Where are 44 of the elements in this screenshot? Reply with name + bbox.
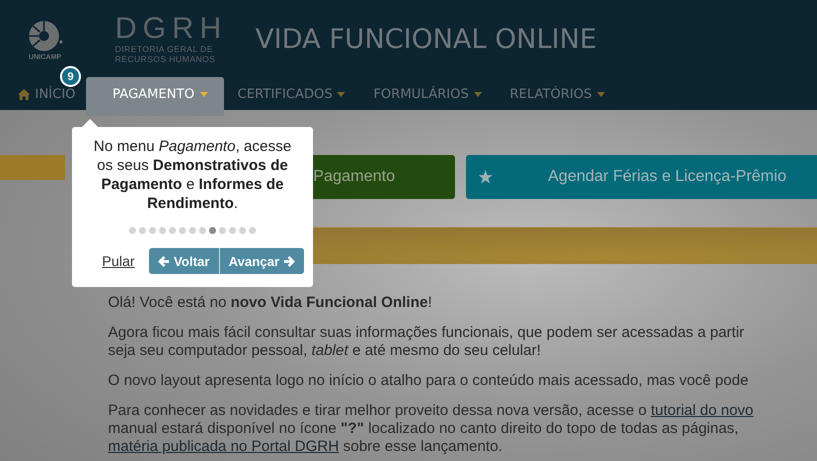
home-icon xyxy=(18,88,30,100)
skip-link[interactable]: Pular xyxy=(102,253,135,269)
paragraph-line: O novo layout apresenta logo no início o atalho para o conteúdo mais acessado, mas você pode xyxy=(108,372,750,390)
step-dot[interactable] xyxy=(249,227,256,234)
paragraph-line: Para conhecer as novidades e tirar melhor proveito dessa nova versão, acesse o tutorial do novo xyxy=(108,402,754,420)
nav-item[interactable]: FORMULÁRIOS xyxy=(373,86,482,102)
step-dot[interactable] xyxy=(219,227,226,234)
caret-icon xyxy=(337,92,346,96)
step-dot[interactable] xyxy=(159,227,166,234)
page-title: VIDA FUNCIONAL ONLINE xyxy=(255,24,597,54)
step-dot[interactable] xyxy=(129,227,136,234)
shortcut-button[interactable]: Agendar Férias e Licença-Prêmio xyxy=(466,155,817,199)
caret-icon xyxy=(474,92,482,96)
arrow-right-icon xyxy=(284,256,296,266)
step-dot[interactable] xyxy=(169,227,176,234)
step-dot[interactable] xyxy=(209,227,216,234)
org-acronym: DGRH xyxy=(115,14,228,44)
step-dot[interactable] xyxy=(229,227,236,234)
caret-icon xyxy=(596,92,605,96)
next-button[interactable]: Avançar xyxy=(218,248,304,274)
step-dot[interactable] xyxy=(139,227,146,234)
nav-item[interactable]: CERTIFICADOS xyxy=(238,86,346,102)
star-icon xyxy=(478,170,493,184)
paragraph-line: Olá! Você está no novo Vida Funcional Online! xyxy=(108,294,433,312)
paragraph-line: manual estará disponível no ícone "?" localizado no canto direito do topo de todas as páginas, xyxy=(108,420,740,438)
step-dot[interactable] xyxy=(149,227,156,234)
step-dot[interactable] xyxy=(199,227,206,234)
org-name: DIRETORIA GERAL DE xyxy=(115,44,214,54)
step-dot[interactable] xyxy=(179,227,186,234)
nav-item[interactable]: PAGAMENTO xyxy=(86,76,224,116)
paragraph-line: matéria publicada no Portal DGRH sobre esse lançamento. xyxy=(108,438,504,456)
nav-item[interactable]: RELATÓRIOS xyxy=(510,86,605,102)
alert-bar xyxy=(0,155,65,180)
paragraph-line: Agora ficou mais fácil consultar suas informações funcionais, que podem ser acessadas a partir xyxy=(108,324,746,342)
text-link[interactable]: tutorial do novo xyxy=(650,402,754,419)
nav-item[interactable]: INÍCIO xyxy=(18,86,76,102)
text-link[interactable]: matéria publicada no Portal DGRH xyxy=(108,438,339,455)
back-button[interactable]: Voltar xyxy=(148,248,219,274)
step-dot[interactable] xyxy=(239,227,246,234)
step-dot[interactable] xyxy=(189,227,196,234)
arrow-left-icon xyxy=(158,256,169,266)
org-name: RECURSOS HUMANOS xyxy=(115,54,216,64)
caret-icon xyxy=(200,92,208,96)
paragraph-line: seja seu computador pessoal, tablet e até mesmo do seu celular! xyxy=(108,342,542,360)
